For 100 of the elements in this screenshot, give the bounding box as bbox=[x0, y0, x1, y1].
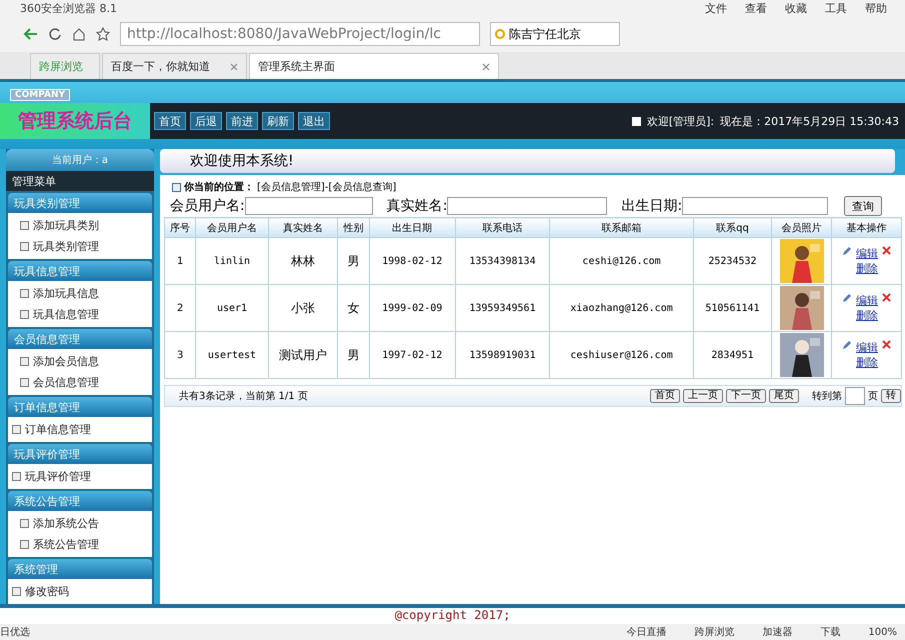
menu-group-header[interactable]: 订单信息管理 bbox=[8, 397, 152, 417]
column-header: 联系电话 bbox=[455, 218, 550, 238]
ring-icon bbox=[495, 29, 505, 39]
menu-item[interactable]: 玩具类别管理 bbox=[8, 236, 152, 257]
menu-item[interactable]: 收藏 bbox=[785, 0, 807, 16]
delete-icon[interactable] bbox=[882, 246, 891, 255]
status-item[interactable]: 加速器 bbox=[762, 625, 792, 639]
window-title: 360安全浏览器 8.1 bbox=[20, 0, 117, 16]
square-icon bbox=[12, 587, 21, 596]
table-cell: 小张 bbox=[268, 284, 338, 332]
square-icon bbox=[20, 540, 29, 549]
filter-label: 会员用户名: bbox=[170, 197, 245, 215]
pager-button[interactable]: 下一页 bbox=[726, 389, 766, 403]
menu-item[interactable]: 文件 bbox=[705, 0, 727, 16]
pager-button[interactable]: 尾页 bbox=[769, 389, 799, 403]
company-logo: COMPANY bbox=[10, 89, 70, 101]
delete-icon[interactable] bbox=[882, 293, 891, 302]
menu-item[interactable]: 订单信息管理 bbox=[8, 419, 152, 440]
table-cell: linlin bbox=[196, 238, 268, 284]
status-item[interactable]: 今日直播 bbox=[626, 625, 666, 639]
menu-item[interactable]: 会员信息管理 bbox=[8, 372, 152, 393]
filter-field[interactable] bbox=[682, 197, 828, 215]
column-header: 联系邮箱 bbox=[550, 218, 694, 238]
query-button[interactable]: 查询 bbox=[844, 196, 882, 216]
status-item[interactable]: 跨屏浏览 bbox=[694, 625, 734, 639]
edit-link[interactable]: 编辑 bbox=[856, 340, 878, 355]
pager-button[interactable]: 首页 bbox=[650, 389, 680, 403]
menu-item[interactable]: 添加玩具类别 bbox=[8, 215, 152, 236]
filter-field[interactable] bbox=[447, 197, 608, 215]
nav-button[interactable]: 前进 bbox=[226, 112, 258, 130]
filter-field[interactable] bbox=[244, 197, 373, 215]
table-cell: 25234532 bbox=[693, 238, 772, 284]
status-item: 日优选 bbox=[0, 626, 30, 639]
menu-item[interactable]: 添加玩具信息 bbox=[8, 283, 152, 304]
home-icon[interactable] bbox=[72, 27, 86, 41]
menu-item[interactable]: 查看 bbox=[745, 0, 767, 16]
menu-item[interactable]: 玩具评价管理 bbox=[8, 466, 152, 487]
column-header: 出生日期 bbox=[369, 218, 456, 238]
column-header: 联系qq bbox=[693, 218, 772, 238]
column-header: 序号 bbox=[164, 218, 196, 238]
square-icon bbox=[20, 221, 29, 230]
edit-link[interactable]: 编辑 bbox=[856, 246, 878, 261]
status-item[interactable]: 下载 bbox=[820, 625, 840, 639]
table-cell: 2 bbox=[164, 284, 196, 332]
square-icon bbox=[20, 289, 29, 298]
reload-icon[interactable] bbox=[48, 27, 62, 41]
close-icon[interactable] bbox=[482, 62, 490, 70]
square-icon bbox=[632, 116, 641, 126]
menu-group-header[interactable]: 玩具信息管理 bbox=[8, 261, 152, 281]
menu-item[interactable]: 帮助 bbox=[865, 0, 887, 16]
star-icon[interactable] bbox=[96, 27, 110, 41]
table-cell: 男 bbox=[338, 332, 370, 378]
edit-link[interactable]: 编辑 bbox=[856, 293, 878, 308]
table-cell: 林林 bbox=[268, 238, 338, 284]
column-header: 会员用户名 bbox=[196, 218, 268, 238]
table-cell: 1999-02-09 bbox=[369, 284, 456, 332]
table-cell: 女 bbox=[338, 284, 370, 332]
menu-group-header[interactable]: 会员信息管理 bbox=[8, 329, 152, 349]
menu-title: 管理菜单 bbox=[6, 171, 154, 191]
address-field[interactable]: http://localhost:8080/JavaWebProject/login/lc bbox=[120, 22, 480, 46]
pencil-icon bbox=[842, 293, 852, 303]
table-cell: user1 bbox=[196, 284, 268, 332]
table-cell: 13598919031 bbox=[455, 332, 550, 378]
nav-button[interactable]: 刷新 bbox=[262, 112, 294, 130]
search-field[interactable]: 陈吉宁任北京 bbox=[490, 22, 620, 46]
close-icon[interactable] bbox=[230, 62, 238, 70]
filter-label: 出生日期: bbox=[621, 197, 682, 215]
menu-item[interactable]: 玩具信息管理 bbox=[8, 304, 152, 325]
delete-icon[interactable] bbox=[882, 340, 891, 349]
nav-button[interactable]: 首页 bbox=[154, 112, 186, 130]
back-icon[interactable] bbox=[22, 27, 38, 41]
delete-link[interactable]: 删除 bbox=[856, 261, 878, 276]
browser-tab[interactable]: 管理系统主界面 bbox=[249, 53, 499, 79]
menu-item[interactable]: 系统公告管理 bbox=[8, 534, 152, 555]
square-icon bbox=[12, 472, 21, 481]
nav-button[interactable]: 后退 bbox=[190, 112, 222, 130]
square-icon bbox=[20, 310, 29, 319]
pager-button[interactable]: 上一页 bbox=[683, 389, 723, 403]
menu-item[interactable]: 添加系统公告 bbox=[8, 513, 152, 534]
menu-item[interactable]: 工具 bbox=[825, 0, 847, 16]
table-cell: 1 bbox=[164, 238, 196, 284]
table-cell: 测试用户 bbox=[268, 332, 338, 378]
location-icon bbox=[172, 182, 181, 192]
page-field[interactable] bbox=[845, 387, 865, 405]
table-cell: 13534398134 bbox=[455, 238, 550, 284]
browser-tab[interactable]: 百度一下，你就知道 bbox=[102, 53, 247, 79]
welcome-banner: 欢迎使用本系统! bbox=[160, 149, 895, 173]
square-icon bbox=[20, 357, 29, 366]
menu-item[interactable]: 添加会员信息 bbox=[8, 351, 152, 372]
column-header: 性别 bbox=[338, 218, 370, 238]
app-title: 管理系统后台 bbox=[0, 103, 150, 139]
nav-button[interactable]: 退出 bbox=[298, 112, 330, 130]
goto-label: 转到第 bbox=[812, 390, 842, 403]
table-cell: ceshiuser@126.com bbox=[550, 332, 694, 378]
delete-link[interactable]: 删除 bbox=[856, 308, 878, 323]
status-item[interactable]: 100% bbox=[868, 626, 897, 638]
delete-link[interactable]: 删除 bbox=[856, 355, 878, 370]
page-label: 页 bbox=[868, 390, 878, 403]
go-button[interactable]: 转 bbox=[881, 389, 901, 403]
menu-item[interactable]: 修改密码 bbox=[8, 581, 152, 602]
